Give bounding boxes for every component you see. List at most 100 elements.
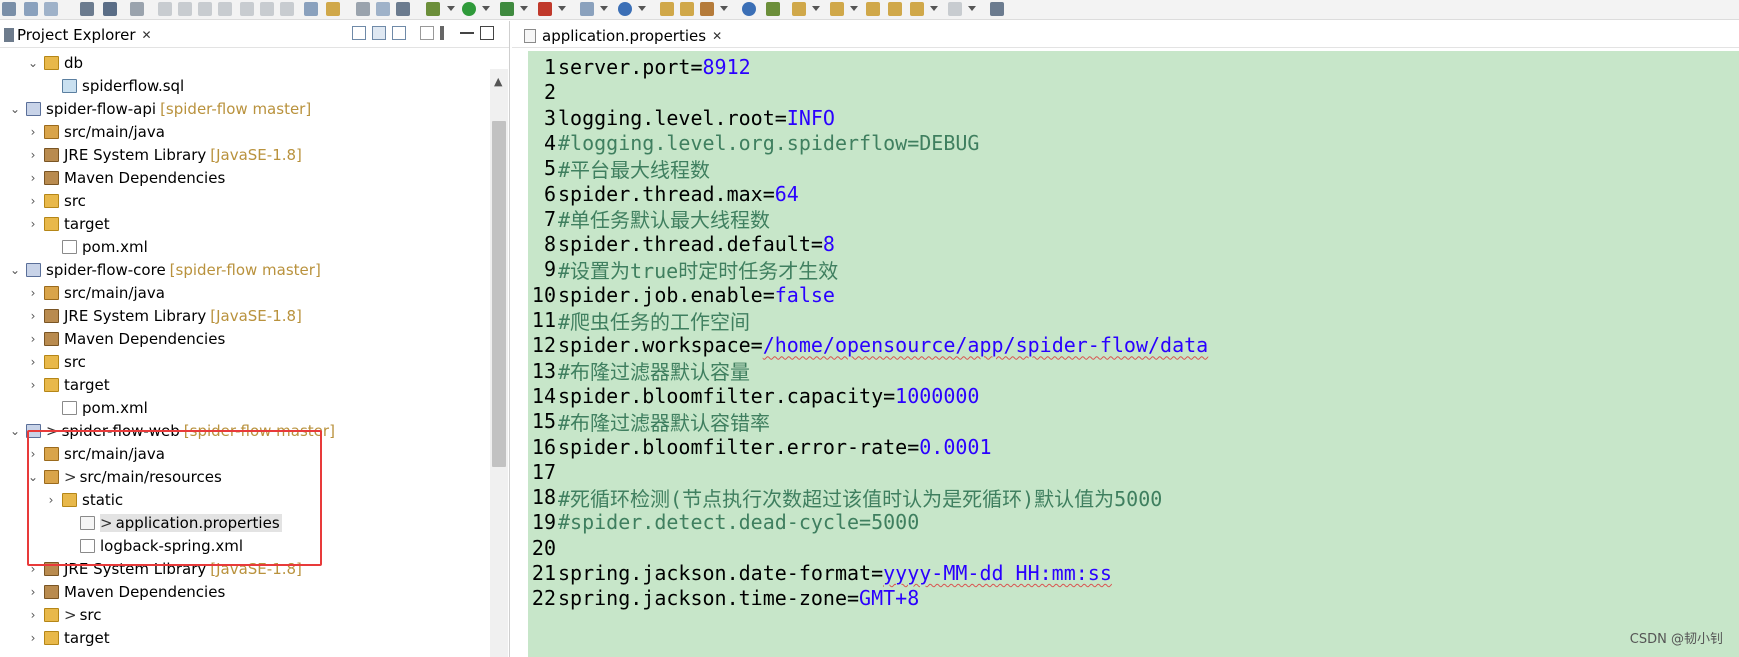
maximize-icon[interactable] (480, 26, 494, 40)
refactor-icon[interactable] (326, 2, 340, 16)
chevron-right-icon[interactable]: › (26, 585, 40, 599)
chevron-down-icon[interactable] (850, 6, 858, 11)
print-icon[interactable] (80, 2, 94, 16)
code-line: 1 server.port= 8912 (528, 53, 751, 81)
back-arrow-icon[interactable] (910, 2, 924, 16)
scroll-up-icon[interactable]: ▲ (494, 75, 502, 88)
tree-item[interactable]: › JRE System Library [JavaSE-1.8] (26, 143, 302, 166)
tree-item[interactable]: › Maven Dependencies (26, 166, 226, 189)
chevron-down-icon[interactable] (482, 6, 490, 11)
chevron-right-icon[interactable]: › (26, 355, 40, 369)
word-wrap-icon[interactable] (376, 2, 390, 16)
chevron-down-icon[interactable] (558, 6, 566, 11)
chevron-down-icon[interactable] (600, 6, 608, 11)
chevron-right-icon[interactable]: › (26, 148, 40, 162)
back-icon[interactable] (888, 2, 902, 16)
tree-item[interactable]: › src/main/java (26, 120, 165, 143)
chevron-right-icon[interactable]: › (26, 217, 40, 231)
chevron-right-icon[interactable]: › (26, 194, 40, 208)
step-over-icon[interactable] (260, 2, 274, 16)
chevron-down-icon[interactable] (968, 6, 976, 11)
tree-item[interactable]: pom.xml (44, 396, 148, 419)
debug-icon[interactable] (426, 2, 440, 16)
chevron-down-icon[interactable]: ⌄ (8, 424, 22, 438)
step-return-icon[interactable] (280, 2, 294, 16)
tree-item[interactable]: ⌄ db (26, 51, 83, 74)
minimize-icon[interactable] (460, 26, 474, 34)
terminate-icon[interactable] (198, 2, 212, 16)
resume-icon[interactable] (158, 2, 172, 16)
tree-item[interactable]: spiderflow.sql (44, 74, 184, 97)
chevron-right-icon[interactable]: › (26, 378, 40, 392)
close-icon[interactable]: ✕ (712, 29, 722, 43)
next-annotation-icon[interactable] (792, 2, 806, 16)
property-key: spider.workspace= (558, 333, 763, 358)
forward-arrow-icon[interactable] (948, 2, 962, 16)
chevron-right-icon[interactable]: › (26, 309, 40, 323)
tree-item[interactable]: ⌄ spider-flow-api [spider-flow master] (8, 97, 311, 120)
tree-item[interactable]: › Maven Dependencies (26, 580, 226, 603)
tab-application-properties[interactable]: application.properties ✕ (518, 23, 728, 48)
tree-item[interactable]: ⌄ spider-flow-core [spider-flow master] (8, 258, 321, 281)
run-icon[interactable] (462, 2, 476, 16)
wand-icon[interactable] (700, 2, 714, 16)
tree-item[interactable]: › > src (26, 603, 102, 626)
chevron-down-icon[interactable] (930, 6, 938, 11)
save-all-icon[interactable] (44, 2, 58, 16)
chevron-down-icon[interactable]: ⌄ (26, 56, 40, 70)
filter-icon[interactable] (392, 26, 406, 40)
pilcrow-icon[interactable] (396, 2, 410, 16)
chevron-down-icon[interactable] (520, 6, 528, 11)
block-selection-icon[interactable] (356, 2, 370, 16)
suspend-icon[interactable] (178, 2, 192, 16)
web-browser-icon[interactable] (742, 2, 756, 16)
external-tools-icon[interactable] (538, 2, 552, 16)
link-with-editor-icon[interactable] (372, 26, 386, 40)
terminal-icon[interactable] (103, 2, 117, 16)
save-icon[interactable] (24, 2, 38, 16)
coverage-icon[interactable] (500, 2, 514, 16)
chevron-down-icon[interactable]: ⌄ (8, 263, 22, 277)
tree-item[interactable]: › Maven Dependencies (26, 327, 226, 350)
chevron-right-icon[interactable]: › (26, 631, 40, 645)
chevron-right-icon[interactable]: › (26, 332, 40, 346)
chevron-right-icon[interactable]: › (26, 608, 40, 622)
scrollbar-thumb[interactable] (492, 121, 506, 467)
last-edit-icon[interactable] (866, 2, 880, 16)
tree-item[interactable]: › target (26, 626, 110, 649)
view-menu-icon[interactable] (440, 26, 444, 40)
pin-editor-icon[interactable] (990, 2, 1004, 16)
chevron-right-icon[interactable]: › (26, 286, 40, 300)
focus-icon[interactable] (420, 26, 434, 40)
chevron-right-icon[interactable]: › (26, 125, 40, 139)
tree-item[interactable]: › target (26, 373, 110, 396)
chevron-down-icon[interactable]: ⌄ (8, 102, 22, 116)
tree-item[interactable]: › target (26, 212, 110, 235)
chevron-down-icon[interactable] (812, 6, 820, 11)
chevron-right-icon[interactable]: › (26, 171, 40, 185)
tree-item[interactable]: › src (26, 189, 86, 212)
close-icon[interactable]: ✕ (142, 28, 152, 42)
chevron-down-icon[interactable] (638, 6, 646, 11)
tree-item[interactable]: › src/main/java (26, 281, 165, 304)
new-icon[interactable] (2, 2, 16, 16)
search-icon[interactable] (766, 2, 780, 16)
code-area[interactable]: 1 server.port= 8912 2 3 logging.level.root= IN… (528, 51, 1739, 657)
tree-item[interactable]: › JRE System Library [JavaSE-1.8] (26, 304, 302, 327)
globe-icon[interactable] (618, 2, 632, 16)
open-type-icon[interactable] (660, 2, 674, 16)
format-icon[interactable] (304, 2, 318, 16)
step-into-icon[interactable] (240, 2, 254, 16)
new-project-icon[interactable] (580, 2, 594, 16)
collapse-all-icon[interactable] (352, 26, 366, 40)
property-key: spider.thread.max= (558, 181, 775, 206)
chevron-down-icon[interactable] (447, 6, 455, 11)
tab-project-explorer[interactable]: Project Explorer ✕ (0, 23, 158, 47)
open-folder-icon[interactable] (680, 2, 694, 16)
previous-annotation-icon[interactable] (830, 2, 844, 16)
tree-item[interactable]: › src (26, 350, 86, 373)
tree-item[interactable]: pom.xml (44, 235, 148, 258)
skip-breakpoints-icon[interactable] (130, 2, 144, 16)
chevron-down-icon[interactable] (720, 6, 728, 11)
disconnect-icon[interactable] (218, 2, 232, 16)
